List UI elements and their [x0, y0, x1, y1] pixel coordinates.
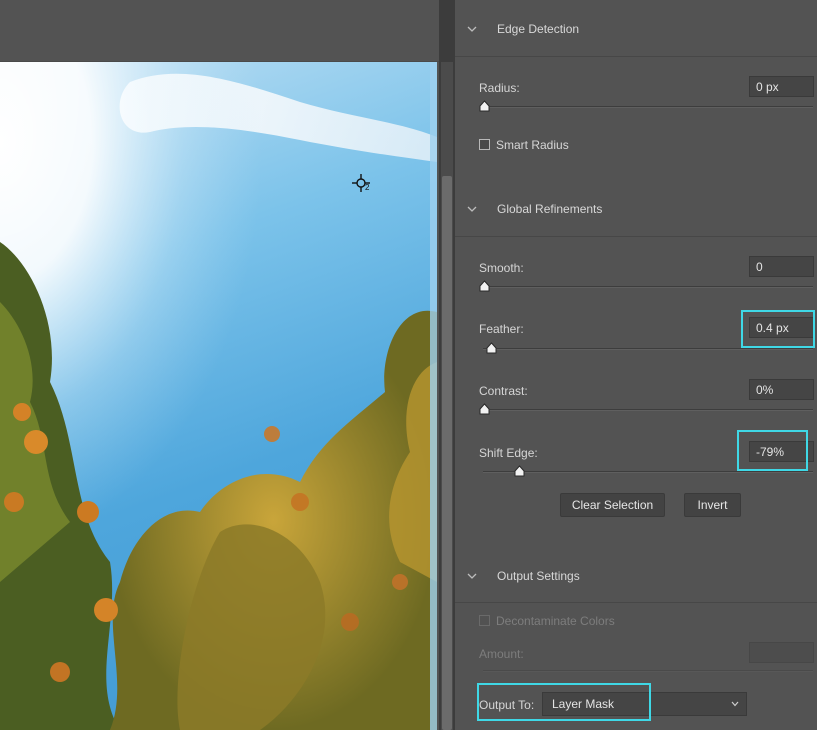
contrast-label: Contrast:: [479, 384, 528, 398]
section-output-settings[interactable]: Output Settings: [455, 561, 817, 591]
contrast-input[interactable]: [749, 379, 814, 400]
radius-label: Radius:: [479, 81, 520, 95]
radius-input[interactable]: [749, 76, 814, 97]
amount-slider: [479, 664, 815, 678]
output-to-select[interactable]: Layer Mask: [542, 692, 747, 716]
properties-panel: Edge Detection Radius: Smart Radius Glob…: [455, 0, 817, 730]
output-to-value: Layer Mask: [552, 697, 615, 711]
canvas-top-bar: [0, 0, 439, 62]
smooth-input[interactable]: [749, 256, 814, 277]
decontaminate-colors-checkbox: [479, 615, 490, 626]
smooth-slider[interactable]: [479, 280, 815, 294]
amount-input: [749, 642, 814, 663]
canvas-scrollbar-thumb[interactable]: [442, 176, 452, 730]
image-edge: [430, 62, 437, 730]
section-title: Edge Detection: [497, 22, 580, 36]
divider: [455, 602, 817, 603]
contrast-slider[interactable]: [479, 403, 815, 417]
shift-edge-slider[interactable]: [479, 465, 815, 479]
decontaminate-colors-label: Decontaminate Colors: [496, 614, 615, 628]
chevron-down-icon: [467, 26, 477, 32]
section-title: Global Refinements: [497, 202, 603, 216]
smooth-label: Smooth:: [479, 261, 524, 275]
slider-thumb-icon[interactable]: [479, 100, 490, 112]
invert-button[interactable]: Invert: [684, 493, 741, 517]
refine-radius-crosshair-icon: 2: [350, 172, 374, 196]
feather-input[interactable]: [749, 317, 814, 338]
slider-thumb-icon[interactable]: [514, 465, 525, 477]
divider: [455, 236, 817, 237]
section-global-refinements[interactable]: Global Refinements: [455, 194, 817, 224]
slider-thumb-icon[interactable]: [486, 342, 497, 354]
smart-radius-label: Smart Radius: [496, 138, 569, 152]
section-edge-detection[interactable]: Edge Detection: [455, 14, 817, 44]
output-to-label: Output To:: [479, 698, 535, 712]
orange-tree-photo: [0, 62, 437, 730]
smart-radius-checkbox[interactable]: [479, 139, 490, 150]
feather-slider[interactable]: [479, 342, 815, 356]
shift-edge-input[interactable]: [749, 441, 814, 462]
slider-thumb-icon[interactable]: [479, 280, 490, 292]
feather-label: Feather:: [479, 322, 524, 336]
clear-selection-button[interactable]: Clear Selection: [560, 493, 665, 517]
canvas-area: 2: [0, 0, 455, 730]
radius-slider[interactable]: [479, 100, 815, 114]
chevron-down-icon: [467, 573, 477, 579]
section-title: Output Settings: [497, 569, 580, 583]
slider-thumb-icon[interactable]: [479, 403, 490, 415]
divider: [455, 56, 817, 57]
chevron-down-icon: [731, 701, 739, 707]
shift-edge-label: Shift Edge:: [479, 446, 538, 460]
cursor-badge: 2: [365, 183, 370, 192]
canvas-image[interactable]: [0, 62, 437, 730]
chevron-down-icon: [467, 206, 477, 212]
amount-label: Amount:: [479, 647, 524, 661]
